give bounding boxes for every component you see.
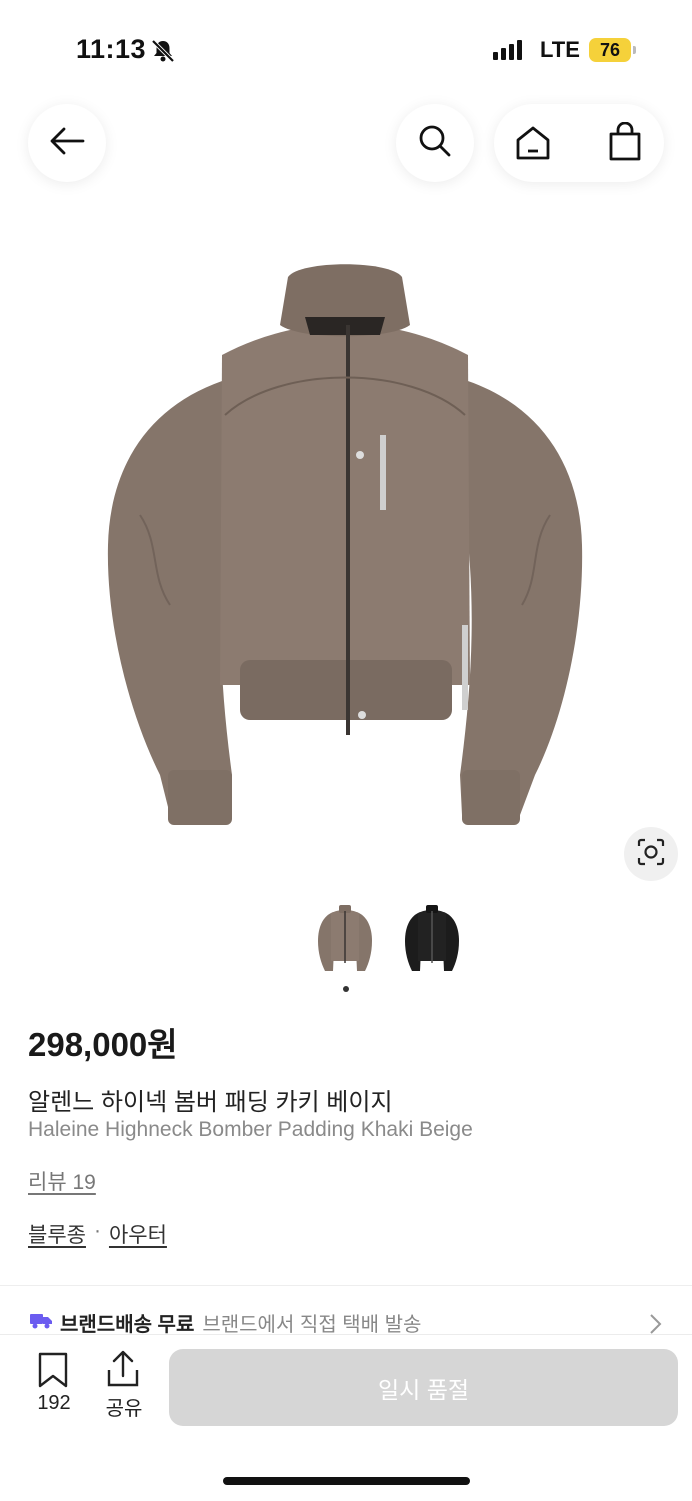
thumbnail-khaki[interactable] [313,903,377,977]
back-button[interactable] [28,104,106,182]
product-name-korean: 알렌느 하이넥 봄버 패딩 카키 베이지 [28,1089,393,1116]
home-cart-group [494,104,664,182]
product-price: 298,000원 [28,1026,178,1063]
status-time: 11:13 [76,34,147,64]
bookmark-icon[interactable] [36,1352,70,1393]
product-image[interactable] [0,215,692,895]
review-link[interactable]: 리뷰 19 [28,1166,96,1196]
category-breadcrumb: 블루종 · 아우터 [28,1219,167,1249]
category-link-blouson[interactable]: 블루종 [28,1219,86,1249]
cellular-signal-icon [493,40,522,60]
shopping-bag-icon[interactable] [606,121,644,167]
home-icon[interactable] [514,124,552,167]
delivery-description: 브랜드에서 직접 택배 발송 [202,1314,422,1336]
delivery-info-row[interactable]: 브랜드배송 무료 브랜드에서 직접 택배 발송 [30,1308,421,1337]
search-icon [417,123,453,164]
home-indicator[interactable] [223,1477,470,1485]
share-label: 공유 [105,1398,143,1420]
network-type: LTE [540,37,580,62]
image-search-button[interactable] [624,827,678,881]
gallery-indicator-dot [343,986,349,992]
breadcrumb-separator: · [93,1219,101,1242]
battery-indicator: 76 [589,38,631,62]
battery-nub [633,46,636,54]
category-link-outer[interactable]: 아우터 [109,1219,167,1249]
camera-scan-icon [636,837,666,872]
share-icon[interactable] [105,1350,141,1393]
search-button[interactable] [396,104,474,182]
delivery-label: 브랜드배송 무료 [60,1314,195,1336]
bookmark-count: 192 [37,1392,71,1414]
bell-slash-icon [150,38,176,69]
section-divider [0,1285,692,1286]
sold-out-button[interactable]: 일시 품절 [169,1349,678,1426]
arrow-left-icon [49,126,85,161]
product-name-english: Haleine Highneck Bomber Padding Khaki Be… [28,1118,473,1141]
truck-icon [30,1311,52,1335]
thumbnail-black[interactable] [400,903,464,977]
